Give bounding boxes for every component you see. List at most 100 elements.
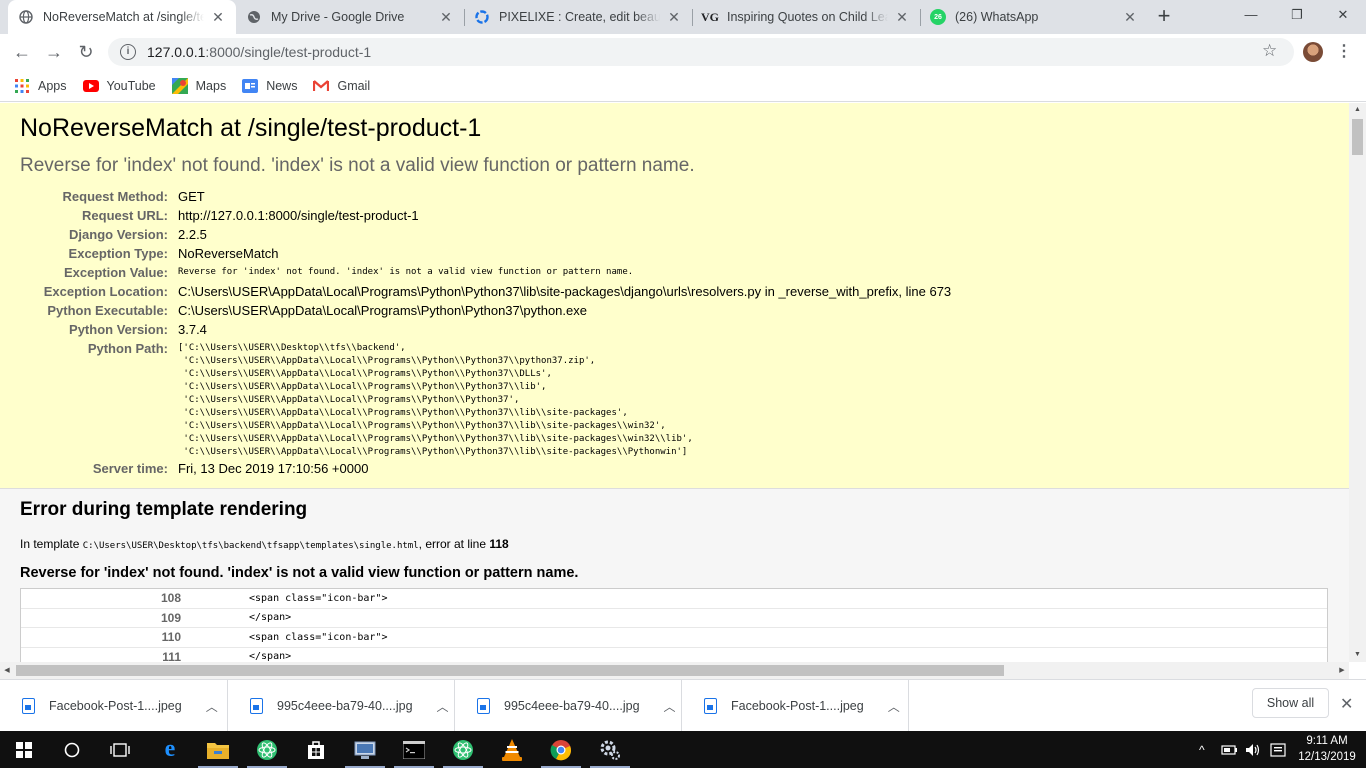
close-tab-icon[interactable]: ✕ (438, 9, 454, 26)
tab-google-drive[interactable]: My Drive - Google Drive ✕ (236, 0, 464, 34)
file-explorer-icon[interactable] (194, 731, 242, 768)
scroll-up-arrow-icon[interactable]: ▲ (1349, 103, 1366, 117)
page-viewport: NoReverseMatch at /single/test-product-1… (0, 103, 1349, 662)
vertical-scroll-thumb[interactable] (1352, 119, 1363, 155)
meta-value: C:\Users\USER\AppData\Local\Programs\Pyt… (178, 303, 587, 318)
close-tab-icon[interactable]: ✕ (894, 9, 910, 26)
profile-avatar[interactable] (1303, 42, 1323, 62)
tab-django-error[interactable]: NoReverseMatch at /single/test-product-1… (8, 0, 236, 34)
bookmark-gmail[interactable]: Gmail (313, 78, 370, 94)
download-item[interactable]: 995c4eee-ba79-40....jpg ︿ (228, 680, 455, 732)
scroll-right-arrow-icon[interactable]: ▶ (1335, 662, 1349, 679)
image-file-icon (22, 698, 35, 714)
bookmark-youtube[interactable]: YouTube (82, 78, 156, 94)
chevron-up-icon[interactable]: ︿ (206, 698, 218, 715)
download-item[interactable]: Facebook-Post-1....jpeg ︿ (682, 680, 909, 732)
scroll-left-arrow-icon[interactable]: ◀ (0, 662, 14, 679)
chevron-up-icon[interactable]: ︿ (888, 698, 900, 715)
show-all-downloads-button[interactable]: Show all (1252, 688, 1329, 718)
bookmark-star-icon[interactable]: ☆ (1262, 41, 1277, 61)
bookmark-apps[interactable]: Apps (14, 78, 67, 94)
error-line-number: 118 (489, 537, 509, 551)
browser-toolbar: ← → ↻ i 127.0.0.1:8000/single/test-produ… (0, 34, 1366, 70)
line-code: <span class="icon-bar"> (249, 592, 388, 604)
volume-icon[interactable] (1245, 731, 1263, 768)
source-line: 111 </span> (21, 648, 1327, 662)
close-downloads-bar-icon[interactable]: ✕ (1340, 694, 1353, 714)
start-icon[interactable] (0, 731, 48, 768)
meta-label: Python Path: (87, 341, 168, 356)
tab-whatsapp[interactable]: 26 (26) WhatsApp ✕ (920, 0, 1148, 34)
settings-icon[interactable] (586, 731, 634, 768)
downloads-bar: Facebook-Post-1....jpeg ︿ 995c4eee-ba79-… (0, 679, 1366, 732)
close-tab-icon[interactable]: ✕ (210, 9, 226, 26)
horizontal-scroll-thumb[interactable] (16, 665, 1004, 676)
source-line: 108 <span class="icon-bar"> (21, 589, 1327, 609)
meta-value: GET (178, 189, 205, 204)
clock-time: 9:11 AM (1306, 735, 1348, 747)
meta-value: Fri, 13 Dec 2019 17:10:56 +0000 (178, 461, 369, 476)
scroll-down-arrow-icon[interactable]: ▼ (1349, 648, 1366, 662)
meta-row: Request Method: GET (20, 187, 951, 206)
meta-label: Exception Location: (43, 284, 168, 299)
tab-inspiring-quotes[interactable]: VG Inspiring Quotes on Child Learning ✕ (692, 0, 920, 34)
tab-title: PIXELIXE : Create, edit beautiful images (499, 10, 660, 24)
image-file-icon (250, 698, 263, 714)
cortana-search-icon[interactable] (48, 731, 96, 768)
cmd-icon[interactable] (390, 731, 438, 768)
chevron-up-icon[interactable]: ︿ (437, 698, 449, 715)
source-listing: 108 <span class="icon-bar"> 109 </span> 11… (20, 588, 1328, 662)
download-filename: 995c4eee-ba79-40....jpg (504, 699, 640, 713)
globe-icon (18, 9, 34, 25)
network-app-icon[interactable] (341, 731, 389, 768)
atom-icon[interactable] (243, 731, 291, 768)
show-hidden-icons-icon[interactable]: ^ (1199, 731, 1213, 768)
forward-button[interactable]: → (40, 38, 68, 66)
language-keyboard-icon[interactable] (1270, 731, 1286, 768)
template-location-prefix: In template (20, 537, 83, 551)
line-number: 111 (162, 649, 181, 662)
vlc-icon[interactable] (488, 731, 536, 768)
bookmark-label: YouTube (106, 78, 156, 93)
battery-icon[interactable] (1221, 731, 1239, 768)
site-info-icon[interactable]: i (120, 44, 136, 60)
url-path: :8000/single/test-product-1 (205, 44, 372, 60)
tab-pixelixe[interactable]: PIXELIXE : Create, edit beautiful images… (464, 0, 692, 34)
task-view-icon[interactable] (96, 731, 144, 768)
atom-icon[interactable] (439, 731, 487, 768)
source-line: 109 </span> (21, 609, 1327, 628)
edge-icon[interactable]: e (146, 731, 194, 768)
download-filename: 995c4eee-ba79-40....jpg (277, 699, 413, 713)
line-number: 109 (160, 610, 181, 625)
close-tab-icon[interactable]: ✕ (1122, 9, 1138, 26)
line-code: </span> (249, 651, 292, 662)
close-tab-icon[interactable]: ✕ (666, 9, 682, 26)
line-code: </span> (249, 612, 292, 624)
new-tab-button[interactable]: + (1152, 5, 1176, 29)
back-button[interactable]: ← (8, 38, 36, 66)
address-bar[interactable]: i 127.0.0.1:8000/single/test-product-1 (108, 38, 1294, 66)
bookmark-label: Maps (195, 78, 227, 93)
download-item[interactable]: 995c4eee-ba79-40....jpg ︿ (455, 680, 682, 732)
tab-title: NoReverseMatch at /single/test-product-1 (43, 10, 204, 24)
chevron-up-icon[interactable]: ︿ (664, 698, 676, 715)
minimize-button[interactable]: — (1228, 0, 1274, 30)
download-item[interactable]: Facebook-Post-1....jpeg ︿ (0, 680, 228, 732)
system-clock[interactable]: 9:11 AM 12/13/2019 (1296, 733, 1358, 765)
request-meta-table: Request Method: GET Request URL: http://12… (20, 187, 951, 478)
meta-row: Exception Value: Reverse for 'index' not … (20, 263, 951, 282)
template-error-message: Reverse for 'index' not found. 'index' i… (20, 565, 579, 581)
horizontal-scrollbar[interactable]: ◀ ▶ (0, 662, 1349, 679)
bookmark-maps[interactable]: Maps (171, 77, 227, 94)
vertical-scrollbar[interactable]: ▲ ▼ (1349, 103, 1366, 662)
close-window-button[interactable]: ✕ (1320, 0, 1366, 30)
bookmark-news[interactable]: News (242, 78, 297, 94)
chrome-icon[interactable] (537, 731, 585, 768)
meta-label: Exception Value: (63, 265, 168, 280)
menu-kebab-icon[interactable]: ⋮ (1336, 41, 1352, 61)
page-title: NoReverseMatch at /single/test-product-1 (20, 114, 482, 142)
maximize-button[interactable]: ❐ (1274, 0, 1320, 30)
reload-button[interactable]: ↻ (72, 38, 100, 66)
template-location: In template C:\Users\USER\Desktop\tfs\ba… (20, 537, 1329, 551)
store-icon[interactable] (292, 731, 340, 768)
